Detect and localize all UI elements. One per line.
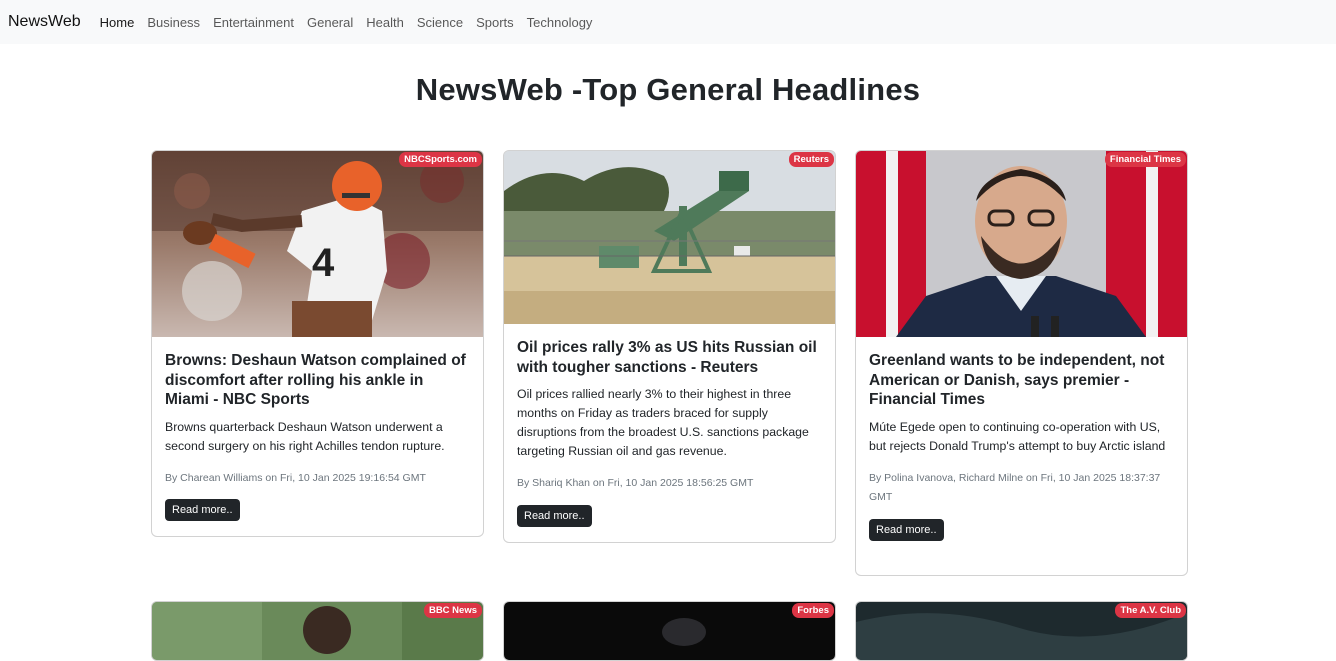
nav-link-technology[interactable]: Technology [527,15,593,30]
source-badge: Reuters [788,152,834,168]
brand-logo[interactable]: NewsWeb [8,13,81,31]
top-navbar: NewsWeb Home Business Entertainment Gene… [0,0,1336,44]
card-title: Greenland wants to be independent, not A… [869,352,1165,408]
read-more-button[interactable]: Read more.. [869,518,944,541]
card-image[interactable]: BBC News [152,602,483,660]
card-byline: By Charean Williams on Fri, 10 Jan 2025 … [165,471,426,484]
nav-link-science[interactable]: Science [417,15,463,30]
card-title: Oil prices rally 3% as US hits Russian o… [517,339,817,376]
nav-link-general[interactable]: General [307,15,353,30]
card-body: Oil prices rally 3% as US hits Russian o… [504,324,835,541]
nav-link-home[interactable]: Home [100,15,135,30]
news-card: The A.V. Club [855,601,1188,661]
svg-text:4: 4 [312,241,335,285]
read-more-button[interactable]: Read more.. [165,499,240,521]
source-badge: Forbes [792,603,834,619]
nav-link-business[interactable]: Business [147,15,200,30]
card-image[interactable]: 4 NBCSports.com [152,151,483,337]
source-badge: NBCSports.com [399,152,482,168]
card-description: Múte Egede open to continuing co-operati… [869,419,1166,453]
card-title: Browns: Deshaun Watson complained of dis… [165,352,466,408]
card-body: Browns: Deshaun Watson complained of dis… [152,337,483,535]
card-description: Oil prices rallied nearly 3% to their hi… [517,387,809,458]
politician-portrait-image [856,151,1187,337]
football-player-image: 4 [152,151,483,337]
card-byline: By Shariq Khan on Fri, 10 Jan 2025 18:56… [517,477,754,489]
card-image[interactable]: Forbes [504,602,835,660]
news-card: Financial Times Greenland wants to be in… [855,150,1188,576]
card-description: Browns quarterback Deshaun Watson underw… [165,419,445,453]
card-byline: By Polina Ivanova, Richard Milne on Fri,… [869,471,1161,504]
source-badge: Financial Times [1104,152,1186,168]
nav-links: Home Business Entertainment General Heal… [93,15,599,30]
read-more-button[interactable]: Read more.. [517,504,592,527]
card-image[interactable]: Financial Times [856,151,1187,337]
nav-link-sports[interactable]: Sports [476,15,514,30]
card-image[interactable]: Reuters [504,151,835,324]
news-image [504,602,835,660]
news-card: Forbes [503,601,836,661]
news-card: 4 NBCSports.com Browns: Deshaun Watson c… [151,150,484,537]
card-image[interactable]: The A.V. Club [856,602,1187,660]
card-body: Greenland wants to be independent, not A… [856,337,1187,555]
oil-pump-image [504,151,835,324]
news-card: Reuters Oil prices rally 3% as US hits R… [503,150,836,543]
source-badge: The A.V. Club [1115,603,1186,619]
source-badge: BBC News [423,603,482,619]
nav-link-health[interactable]: Health [366,15,404,30]
news-card: BBC News [151,601,484,661]
page-title: NewsWeb -Top General Headlines [415,72,921,107]
nav-link-entertainment[interactable]: Entertainment [213,15,294,30]
